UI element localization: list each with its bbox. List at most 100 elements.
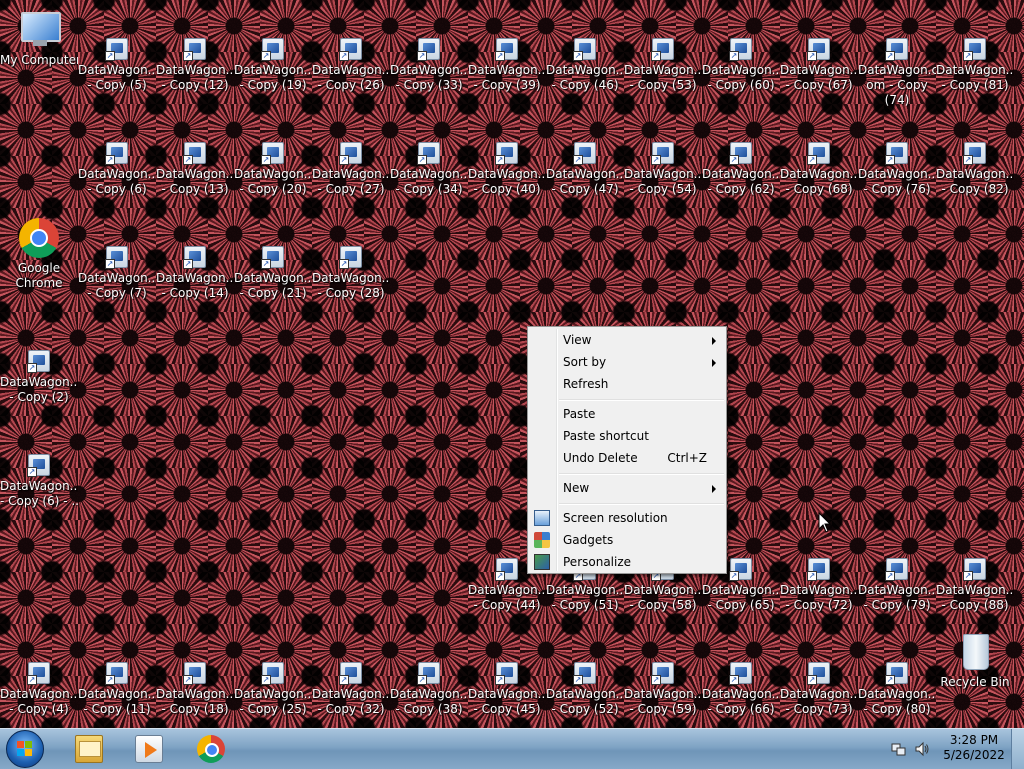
desktop-shortcut[interactable]: ↗ DataWagon.... - Copy (6): [78, 142, 156, 197]
recycle-bin-item[interactable]: Recycle Bin: [936, 632, 1014, 690]
desktop-shortcut[interactable]: ↗ DataWagon... - Copy (13): [156, 142, 234, 197]
desktop-shortcut[interactable]: ↗ DataWagon... - Copy (14): [156, 246, 234, 301]
menu-item-view[interactable]: View: [530, 329, 724, 351]
shortcut-label: - Copy (13): [161, 182, 229, 196]
desktop-shortcut[interactable]: ↗ DataWagon... - Copy (52): [546, 662, 624, 717]
start-button[interactable]: [6, 730, 44, 768]
desktop-shortcut[interactable]: ↗ DataWagon... - Copy (67): [780, 38, 858, 93]
desktop-shortcut[interactable]: ↗ DataWagon... - Copy (12): [156, 38, 234, 93]
desktop-shortcut[interactable]: ↗ DataWagon.... - Copy (4): [0, 662, 78, 717]
my-computer-label: My Computer: [0, 53, 78, 67]
taskbar-windows-explorer[interactable]: [60, 732, 114, 766]
menu-item-screen-resolution[interactable]: Screen resolution: [530, 507, 724, 529]
desktop-shortcut[interactable]: ↗ DataWagon... - Copy (79): [858, 558, 936, 613]
network-icon[interactable]: [890, 741, 906, 757]
desktop-shortcut[interactable]: ↗ DataWagon.... - Copy (2): [0, 350, 78, 405]
desktop-shortcut[interactable]: ↗ DataWagon... - Copy (47): [546, 142, 624, 197]
windows-logo-icon: [17, 741, 33, 757]
desktop-shortcut[interactable]: ↗ DataWagon... - Copy (11): [78, 662, 156, 717]
desktop-shortcut[interactable]: ↗ DataWagon... - Copy (39): [468, 38, 546, 93]
desktop-shortcut[interactable]: ↗ DataWagon... - Copy (20): [234, 142, 312, 197]
desktop[interactable]: My Computer Google Chrome Recycle Bin ↗ D…: [0, 0, 1024, 728]
shortcut-label: DataWagon...: [78, 687, 156, 701]
menu-separator: [559, 399, 724, 401]
shortcut-label: DataWagon...: [390, 167, 468, 181]
desktop-shortcut[interactable]: ↗ DataWagon... - Copy (81): [936, 38, 1014, 93]
shortcut-label: DataWagon...: [156, 63, 234, 77]
taskbar-clock[interactable]: 3:28 PM 5/26/2022: [938, 733, 1010, 763]
desktop-shortcut[interactable]: ↗ DataWagon... - Copy (33): [390, 38, 468, 93]
desktop-shortcut[interactable]: ↗ DataWagon... - Copy (80): [858, 662, 936, 717]
taskbar: 3:28 PM 5/26/2022: [0, 728, 1024, 769]
desktop-shortcut[interactable]: ↗ DataWagon... - Copy (68): [780, 142, 858, 197]
menu-item-paste[interactable]: Paste: [530, 403, 724, 425]
shortcut-file-icon: ↗: [963, 558, 986, 581]
desktop-shortcut[interactable]: ↗ DataWagon... - Copy (18): [156, 662, 234, 717]
shortcut-label: - Copy (60): [707, 78, 775, 92]
desktop-shortcut[interactable]: ↗ DataWagon... - Copy (60): [702, 38, 780, 93]
desktop-shortcut[interactable]: ↗ DataWagon... - Copy (66): [702, 662, 780, 717]
shortcut-arrow-icon: ↗: [495, 675, 505, 685]
desktop-shortcut[interactable]: ↗ DataWagon... - Copy (73): [780, 662, 858, 717]
menu-item-new[interactable]: New: [530, 477, 724, 499]
menu-item-sort-by[interactable]: Sort by: [530, 351, 724, 373]
shortcut-arrow-icon: ↗: [417, 51, 427, 61]
my-computer-icon-item[interactable]: My Computer: [0, 10, 78, 68]
desktop-shortcut[interactable]: ↗ DataWagon... - Copy (54): [624, 142, 702, 197]
shortcut-arrow-icon: ↗: [729, 675, 739, 685]
menu-label: Paste: [563, 407, 596, 421]
shortcut-label: (74): [884, 93, 910, 107]
show-desktop-button[interactable]: [1011, 729, 1024, 769]
desktop-shortcut[interactable]: ↗ DataWagon.c om - Copy (74): [858, 38, 936, 108]
menu-item-paste-shortcut[interactable]: Paste shortcut: [530, 425, 724, 447]
desktop-shortcut[interactable]: ↗ DataWagon... - Copy (32): [312, 662, 390, 717]
shortcut-label: - Copy (65): [707, 598, 775, 612]
shortcut-label: - Copy (44): [473, 598, 541, 612]
taskbar-google-chrome[interactable]: [182, 732, 236, 766]
desktop-shortcut[interactable]: ↗ DataWagon... - Copy (28): [312, 246, 390, 301]
desktop-shortcut[interactable]: ↗ DataWagon... - Copy (21): [234, 246, 312, 301]
desktop-shortcut[interactable]: ↗ DataWagon... - Copy (26): [312, 38, 390, 93]
desktop-shortcut[interactable]: ↗ DataWagon... - Copy (76): [858, 142, 936, 197]
volume-icon[interactable]: [914, 741, 930, 757]
taskbar-media-player[interactable]: [120, 732, 174, 766]
desktop-shortcut[interactable]: ↗ DataWagon... - Copy (27): [312, 142, 390, 197]
shortcut-label: DataWagon...: [156, 687, 234, 701]
desktop-shortcut[interactable]: ↗ DataWagon.... - Copy (6) - ...: [0, 454, 78, 509]
google-chrome-desktop-item[interactable]: Google Chrome: [0, 218, 78, 291]
desktop-shortcut[interactable]: ↗ DataWagon... - Copy (19): [234, 38, 312, 93]
shortcut-label: - Copy (81): [941, 78, 1009, 92]
desktop-shortcut[interactable]: ↗ DataWagon... - Copy (82): [936, 142, 1014, 197]
desktop-shortcut[interactable]: ↗ DataWagon... - Copy (62): [702, 142, 780, 197]
desktop-shortcut[interactable]: ↗ DataWagon... - Copy (46): [546, 38, 624, 93]
shortcut-file-icon: ↗: [651, 142, 674, 165]
shortcut-label: DataWagon...: [780, 167, 858, 181]
shortcut-arrow-icon: ↗: [495, 571, 505, 581]
desktop-shortcut[interactable]: ↗ DataWagon... - Copy (53): [624, 38, 702, 93]
menu-item-refresh[interactable]: Refresh: [530, 373, 724, 395]
desktop-shortcut[interactable]: ↗ DataWagon... - Copy (59): [624, 662, 702, 717]
desktop-shortcut[interactable]: ↗ DataWagon... - Copy (45): [468, 662, 546, 717]
shortcut-arrow-icon: ↗: [261, 675, 271, 685]
menu-item-gadgets[interactable]: Gadgets: [530, 529, 724, 551]
shortcut-file-icon: ↗: [105, 142, 128, 165]
desktop-shortcut[interactable]: ↗ DataWagon... - Copy (25): [234, 662, 312, 717]
shortcut-label: DataWagon...: [312, 167, 390, 181]
desktop-shortcut[interactable]: ↗ DataWagon... - Copy (40): [468, 142, 546, 197]
desktop-shortcut[interactable]: ↗ DataWagon.... - Copy (7): [78, 246, 156, 301]
desktop-shortcut[interactable]: ↗ DataWagon... - Copy (72): [780, 558, 858, 613]
shortcut-file-icon: ↗: [885, 558, 908, 581]
desktop-shortcut[interactable]: ↗ DataWagon... - Copy (38): [390, 662, 468, 717]
menu-item-undo-delete[interactable]: Undo Delete Ctrl+Z: [530, 447, 724, 469]
shortcut-arrow-icon: ↗: [183, 675, 193, 685]
shortcut-label: DataWagon...: [702, 167, 780, 181]
shortcut-label: - Copy (7): [87, 286, 147, 300]
menu-item-personalize[interactable]: Personalize: [530, 551, 724, 573]
desktop-shortcut[interactable]: ↗ DataWagon... - Copy (88): [936, 558, 1014, 613]
desktop-shortcut[interactable]: ↗ DataWagon... - Copy (34): [390, 142, 468, 197]
shortcut-label: - Copy (38): [395, 702, 463, 716]
shortcut-label: - Copy (45): [473, 702, 541, 716]
desktop-shortcut[interactable]: ↗ DataWagon.... - Copy (5): [78, 38, 156, 93]
shortcut-arrow-icon: ↗: [729, 571, 739, 581]
shortcut-label: - Copy (11): [83, 702, 151, 716]
